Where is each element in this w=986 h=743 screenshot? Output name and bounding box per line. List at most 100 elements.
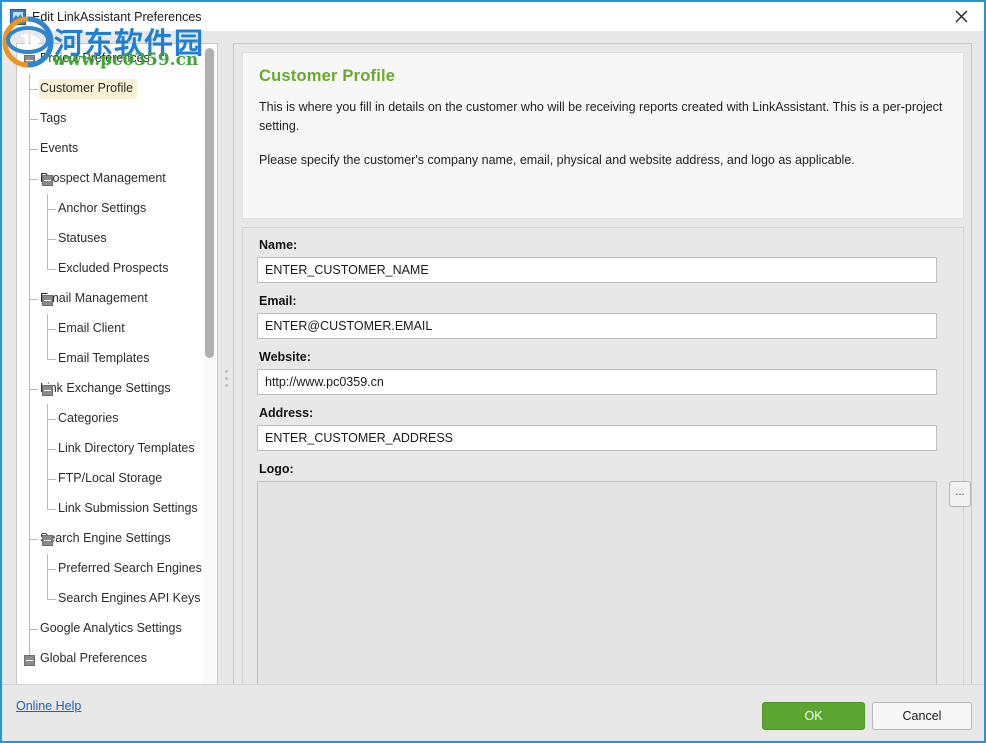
tree-connector-line (29, 179, 38, 180)
sidebar-item-project-preferences[interactable]: Project Preferences (17, 44, 205, 74)
tree-connector-line (29, 194, 30, 224)
sidebar-item-events[interactable]: Events (17, 134, 205, 164)
tree-collapse-icon[interactable] (42, 295, 53, 306)
sidebar-item-global-preferences[interactable]: Global Preferences (17, 644, 205, 674)
sidebar-item-excluded-prospects[interactable]: Excluded Prospects (17, 254, 205, 284)
ok-button[interactable]: OK (762, 702, 865, 730)
sidebar-item-label: Email Client (58, 321, 125, 336)
customer-website-label: Website: (259, 350, 311, 364)
tree-connector-line (29, 314, 30, 344)
sidebar-item-tags[interactable]: Tags (17, 104, 205, 134)
tree-connector-line (29, 464, 30, 494)
sidebar-item-label: Project Preferences (40, 51, 150, 66)
sidebar-item-label: Events (40, 141, 79, 156)
tree-connector-line (29, 119, 38, 120)
customer-email-input[interactable] (257, 313, 937, 339)
sidebar-item-label: Link Directory Templates (58, 441, 195, 456)
tree-collapse-icon[interactable] (24, 655, 35, 666)
tree-connector-line (47, 479, 56, 480)
tree-connector-line (29, 494, 30, 524)
page-title: Customer Profile (259, 67, 396, 85)
sidebar-item-google-analytics-settings[interactable]: Google Analytics Settings (17, 614, 205, 644)
sidebar-item-label: Anchor Settings (58, 201, 147, 216)
preferences-dialog: Edit LinkAssistant Preferences Project P… (0, 0, 986, 743)
sidebar-item-preferred-search-engines[interactable]: Preferred Search Engines (17, 554, 205, 584)
panel-splitter[interactable] (220, 43, 232, 713)
logo-row: ... (257, 481, 971, 712)
tree-connector-line (47, 494, 48, 509)
tree-connector-line (47, 449, 56, 450)
sidebar-item-label: Email Templates (58, 351, 150, 366)
tree-connector-line (47, 419, 56, 420)
splitter-grip-dots-icon (224, 369, 228, 387)
tree-connector-line (29, 404, 30, 434)
tree-connector-line (29, 434, 30, 464)
sidebar-item-link-directory-templates[interactable]: Link Directory Templates (17, 434, 205, 464)
tree-connector-line (47, 269, 56, 270)
close-button[interactable] (938, 2, 984, 31)
description-paragraph-1: This is where you fill in details on the… (259, 100, 943, 134)
sidebar-item-prospect-management[interactable]: Prospect Management (17, 164, 205, 194)
customer-name-input[interactable] (257, 257, 937, 283)
customer-address-label: Address: (259, 406, 314, 420)
sidebar-item-link-submission-settings[interactable]: Link Submission Settings (17, 494, 205, 524)
tree-connector-line (29, 584, 30, 614)
settings-content-panel: Customer Profile This is where you fill … (233, 43, 972, 713)
preferences-tree: Project Preferences Customer Profile Tags E… (17, 44, 205, 699)
description-paragraph-2: Please specify the customer's company na… (259, 152, 855, 167)
sidebar-item-label: Tags (40, 111, 67, 126)
description-box: Customer Profile This is where you fill … (242, 52, 964, 219)
customer-email-label: Email: (259, 294, 297, 308)
tree-collapse-icon[interactable] (42, 535, 53, 546)
tree-collapse-icon[interactable] (42, 385, 53, 396)
logo-browse-button[interactable]: ... (949, 481, 971, 507)
sidebar-item-categories[interactable]: Categories (17, 404, 205, 434)
sidebar-item-email-management[interactable]: Email Management (17, 284, 205, 314)
sidebar-item-label: Email Management (40, 291, 148, 306)
tree-connector-line (47, 239, 56, 240)
tree-connector-line (47, 329, 56, 330)
sidebar-item-link-exchange-settings[interactable]: Link Exchange Settings (17, 374, 205, 404)
logo-preview-area[interactable] (257, 481, 937, 712)
tree-connector-line (29, 89, 38, 90)
tree-vertical-scrollbar-thumb[interactable] (205, 48, 214, 358)
sidebar-item-ftp-local-storage[interactable]: FTP/Local Storage (17, 464, 205, 494)
sidebar-item-search-engines-api-keys[interactable]: Search Engines API Keys (17, 584, 205, 614)
sidebar-item-label: Global Preferences (40, 651, 148, 666)
tree-connector-line (29, 224, 30, 254)
sidebar-item-label: Prospect Management (40, 171, 166, 186)
customer-website-input[interactable] (257, 369, 937, 395)
sidebar-item-customer-profile[interactable]: Customer Profile (17, 74, 205, 104)
sidebar-item-email-templates[interactable]: Email Templates (17, 344, 205, 374)
cancel-button[interactable]: Cancel (872, 702, 972, 730)
sidebar-item-label: Categories (58, 411, 119, 426)
sidebar-item-email-client[interactable]: Email Client (17, 314, 205, 344)
tree-connector-line (29, 254, 30, 284)
tree-connector-line (29, 344, 30, 374)
tree-connector-line (47, 584, 48, 599)
sidebar-item-label: Preferred Search Engines (58, 561, 202, 576)
linkassistant-app-icon (10, 8, 26, 25)
online-help-link[interactable]: Online Help (16, 699, 81, 713)
sidebar-item-label: Link Submission Settings (58, 501, 198, 516)
tree-connector-line (29, 629, 38, 630)
sidebar-item-search-engine-settings[interactable]: Search Engine Settings (17, 524, 205, 554)
tree-connector-line (47, 254, 48, 269)
tree-vertical-scrollbar[interactable] (203, 45, 216, 698)
sidebar-item-label: Excluded Prospects (58, 261, 169, 276)
customer-address-input[interactable] (257, 425, 937, 451)
sidebar-item-label: Statuses (58, 231, 107, 246)
tree-connector-line (47, 344, 48, 359)
dialog-body: Project Preferences Customer Profile Tags E… (2, 31, 984, 713)
tree-connector-line (29, 389, 38, 390)
sidebar-item-statuses[interactable]: Statuses (17, 224, 205, 254)
close-icon (955, 10, 968, 23)
sidebar-item-label: Search Engine Settings (40, 531, 171, 546)
sidebar-item-anchor-settings[interactable]: Anchor Settings (17, 194, 205, 224)
window-title: Edit LinkAssistant Preferences (32, 9, 202, 24)
tree-connector-line (29, 554, 30, 584)
customer-name-label: Name: (259, 238, 298, 252)
tree-collapse-icon[interactable] (24, 55, 35, 66)
tree-collapse-icon[interactable] (42, 175, 53, 186)
sidebar-item-label: FTP/Local Storage (58, 471, 163, 486)
